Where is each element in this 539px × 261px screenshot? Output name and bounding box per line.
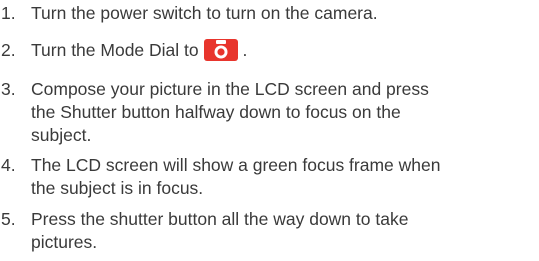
- step-text-line: the Shutter button halfway down to focus…: [31, 102, 401, 122]
- step-text-line: Compose your picture in the LCD screen a…: [31, 79, 429, 99]
- step-text-after: .: [242, 40, 248, 60]
- step-text: Turn the Mode Dial to .: [31, 39, 536, 62]
- camera-mode-icon: [203, 39, 238, 61]
- step-text: The LCD screen will show a green focus f…: [31, 154, 536, 200]
- step-text: Press the shutter button all the way dow…: [31, 208, 536, 254]
- instruction-list: 1. Turn the power switch to turn on the …: [0, 0, 539, 261]
- step-text-line: subject.: [31, 125, 92, 145]
- step-text: Compose your picture in the LCD screen a…: [31, 78, 536, 147]
- step-text-line: pictures.: [31, 232, 98, 252]
- step-number: 5.: [1, 209, 16, 229]
- step-number: 3.: [1, 79, 16, 99]
- step-number: 1.: [1, 3, 16, 23]
- step-text-line: Press the shutter button all the way dow…: [31, 209, 409, 229]
- step-text-line: the subject is in focus.: [31, 178, 204, 198]
- step-text: Turn the power switch to turn on the cam…: [31, 3, 378, 23]
- step-number: 2.: [1, 40, 16, 60]
- step-number: 4.: [1, 155, 16, 175]
- step-text-before: Turn the Mode Dial to: [31, 40, 199, 60]
- step-text-line: The LCD screen will show a green focus f…: [31, 155, 441, 175]
